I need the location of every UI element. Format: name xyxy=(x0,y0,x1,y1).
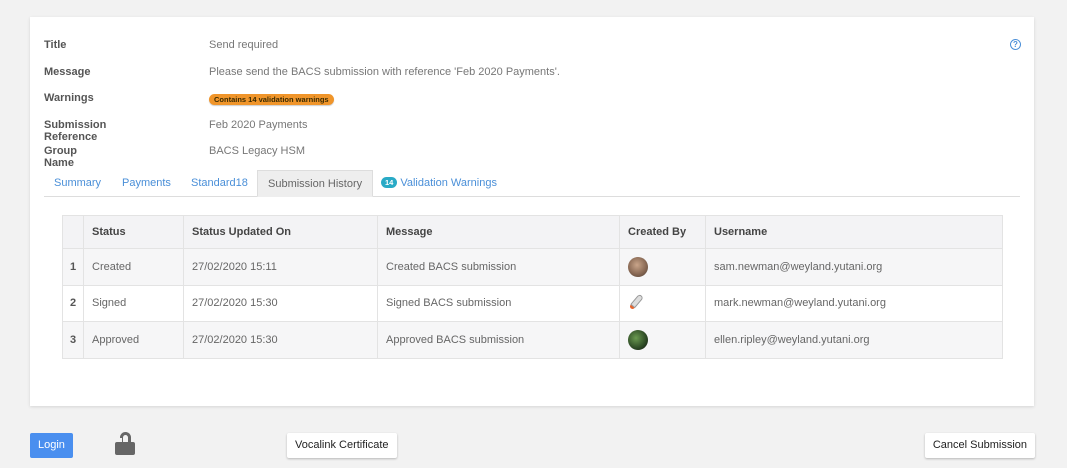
avatar-photo-icon xyxy=(628,329,648,350)
row-updated: 27/02/2020 15:11 xyxy=(183,248,378,286)
detail-label: Submission Reference xyxy=(44,118,107,143)
tab-summary[interactable]: Summary xyxy=(44,170,111,197)
detail-label: Warnings xyxy=(44,92,94,104)
vocalink-certificate-button[interactable]: Vocalink Certificate xyxy=(287,433,397,458)
detail-value: Feb 2020 Payments xyxy=(209,118,308,131)
row-username: mark.newman@weyland.yutani.org xyxy=(705,284,1003,322)
tab-payments[interactable]: Payments xyxy=(112,170,181,197)
tab-label: Validation Warnings xyxy=(400,177,497,189)
login-button[interactable]: Login xyxy=(30,433,73,458)
avatar-photo-icon xyxy=(628,256,648,277)
row-message: Created BACS submission xyxy=(377,248,620,286)
column-header-created-by: Created By xyxy=(619,215,706,249)
row-updated: 27/02/2020 15:30 xyxy=(183,284,378,322)
column-header-index xyxy=(62,215,84,249)
row-status: Created xyxy=(83,248,184,286)
row-message: Approved BACS submission xyxy=(377,321,620,359)
submission-card: ? Title Send required Message Please sen… xyxy=(30,17,1034,406)
detail-value: BACS Legacy HSM xyxy=(209,145,305,157)
table-row: 1 Created 27/02/2020 15:11 Created BACS … xyxy=(62,248,1003,286)
cancel-submission-button[interactable]: Cancel Submission xyxy=(924,433,1035,458)
row-message: Signed BACS submission xyxy=(377,284,620,322)
tab-submission-history[interactable]: Submission History xyxy=(257,170,374,197)
detail-value: Send required xyxy=(209,39,279,51)
tab-bar: Summary Payments Standard18 Submission H… xyxy=(44,170,1020,197)
warnings-badge: Contains 14 validation warnings xyxy=(209,94,334,105)
column-header-username: Username xyxy=(705,215,1003,249)
row-status: Signed xyxy=(83,284,184,322)
detail-value: Please send the BACS submission with ref… xyxy=(209,65,560,78)
detail-label: Group Name xyxy=(44,145,77,169)
submission-history-table: Status Status Updated On Message Created… xyxy=(62,215,1003,359)
column-header-updated: Status Updated On xyxy=(183,215,378,249)
unlocked-icon[interactable] xyxy=(115,432,135,456)
row-index: 3 xyxy=(62,321,84,359)
row-username: ellen.ripley@weyland.yutani.org xyxy=(705,321,1003,359)
row-status: Approved xyxy=(83,321,184,359)
validation-count-badge: 14 xyxy=(381,177,398,188)
column-header-message: Message xyxy=(377,215,620,249)
table-row: 3 Approved 27/02/2020 15:30 Approved BAC… xyxy=(62,321,1003,359)
detail-label: Message xyxy=(44,65,91,78)
help-icon[interactable]: ? xyxy=(1010,39,1021,50)
tab-validation-warnings[interactable]: 14 Validation Warnings xyxy=(371,170,507,197)
row-username: sam.newman@weyland.yutani.org xyxy=(705,248,1003,286)
column-header-status: Status xyxy=(83,215,184,249)
row-updated: 27/02/2020 15:30 xyxy=(183,321,378,359)
tab-standard18[interactable]: Standard18 xyxy=(181,170,258,197)
row-index: 2 xyxy=(62,284,84,322)
table-row: 2 Signed 27/02/2020 15:30 Signed BACS su… xyxy=(62,284,1003,322)
row-index: 1 xyxy=(62,248,84,286)
detail-label: Title xyxy=(44,39,67,51)
row-created-by xyxy=(619,284,706,322)
table-header-row: Status Status Updated On Message Created… xyxy=(62,215,1003,249)
row-created-by xyxy=(619,248,706,286)
row-created-by xyxy=(619,321,706,359)
rocket-icon xyxy=(628,292,648,312)
